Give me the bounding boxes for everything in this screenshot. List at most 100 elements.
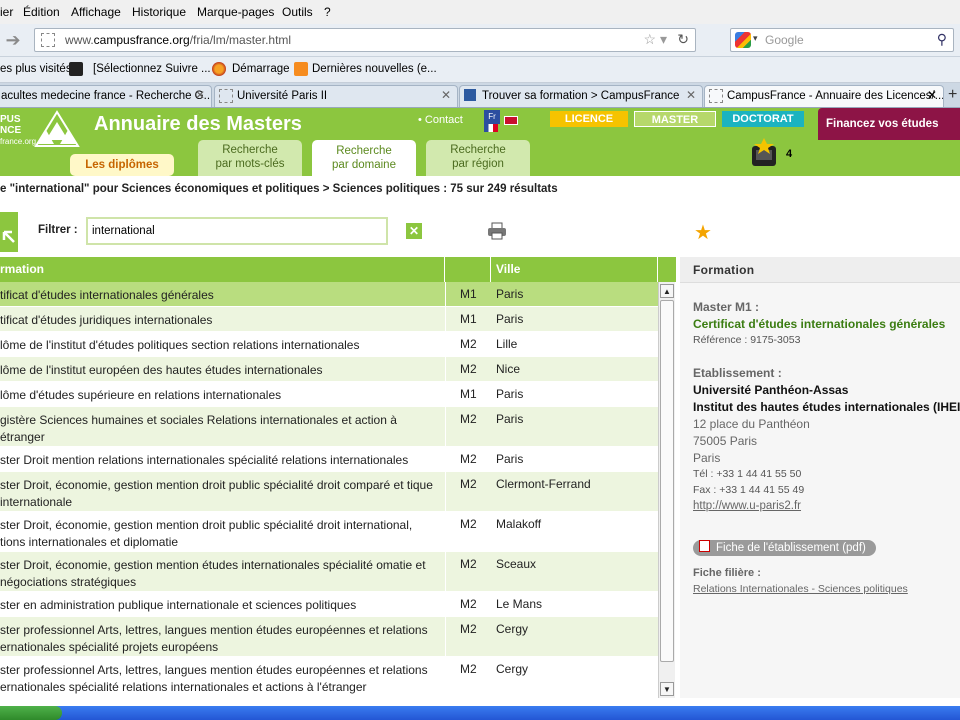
browser-tab-2[interactable]: Université Paris II ✕ <box>214 85 458 107</box>
fiche-filiere-link[interactable]: Relations Internationales - Sciences pol… <box>693 583 908 595</box>
campusfrance-logo[interactable]: PUS NCE france.org <box>0 114 36 147</box>
table-row[interactable]: ster professionnel Arts, lettres, langue… <box>0 617 658 657</box>
bookmark-star-icon[interactable]: ☆ ▾ <box>644 31 667 48</box>
table-row[interactable]: lôme d'études supérieure en relations in… <box>0 382 658 407</box>
new-tab-icon[interactable]: + <box>948 86 957 104</box>
licence-button[interactable]: LICENCE <box>550 111 628 127</box>
bookmark-demarrage[interactable]: Démarrage <box>232 63 290 75</box>
detail-header-title: Formation <box>693 263 755 277</box>
google-icon[interactable] <box>735 32 751 48</box>
table-row[interactable]: ster Droit, économie, gestion mention ét… <box>0 552 658 592</box>
selection-basket-icon[interactable] <box>750 138 778 168</box>
contact-link[interactable]: • Contact <box>418 114 463 126</box>
doctorat-button[interactable]: DOCTORAT <box>722 111 804 127</box>
print-icon[interactable] <box>487 222 507 240</box>
reference: Référence : 9175-3053 <box>693 334 801 346</box>
flag-fr-icon[interactable]: Fr <box>484 110 500 124</box>
search-engine-dropdown-icon[interactable]: ▾ <box>753 33 758 44</box>
table-row[interactable]: ster en administration publique internat… <box>0 592 658 617</box>
table-row[interactable]: ster professionnel Arts, lettres, langue… <box>0 657 658 697</box>
rss-icon <box>294 62 308 76</box>
column-divider <box>445 472 446 511</box>
table-row[interactable]: ster Droit, économie, gestion mention dr… <box>0 512 658 552</box>
filter-input[interactable] <box>86 217 388 245</box>
column-divider <box>444 257 445 282</box>
website-link[interactable]: http://www.u-paris2.fr <box>693 500 801 512</box>
menu-outils[interactable]: Outils <box>282 5 313 19</box>
menu-affichage[interactable]: Affichage <box>71 5 121 19</box>
column-divider <box>445 382 446 406</box>
browser-tab-4[interactable]: CampusFrance - Annuaire des Licences/...… <box>704 85 944 107</box>
cned-icon <box>69 62 83 76</box>
address-line-3: Paris <box>693 451 721 465</box>
table-row[interactable]: lôme de l'institut européen des hautes é… <box>0 357 658 382</box>
scroll-down-icon[interactable]: ▼ <box>660 682 674 696</box>
url-bar[interactable]: www.campusfrance.org/fria/lm/master.html… <box>34 28 696 52</box>
scroll-thumb[interactable] <box>660 300 674 662</box>
browser-tab-3[interactable]: Trouver sa formation > CampusFrance ✕ <box>459 85 703 107</box>
niveau-cell: M2 <box>460 477 477 491</box>
col-ville[interactable]: Ville <box>496 262 520 276</box>
tab-recherche-region[interactable]: Recherche par région <box>426 140 530 176</box>
formation-cell: ster Droit, économie, gestion mention dr… <box>0 518 413 549</box>
logo-text-3: france.org <box>0 137 37 146</box>
table-row[interactable]: ster Droit, économie, gestion mention dr… <box>0 472 658 512</box>
table-row[interactable]: ster Droit mention relations internation… <box>0 447 658 472</box>
bookmark-dernieres-nouvelles[interactable]: Dernières nouvelles (e... <box>312 63 437 75</box>
site-identity-icon[interactable] <box>41 33 55 47</box>
bookmark-suivre[interactable]: [Sélectionnez Suivre ... <box>93 63 211 75</box>
tab-title: Université Paris II <box>237 90 328 102</box>
site-title[interactable]: Annuaire des Masters <box>94 113 302 136</box>
close-tab-icon[interactable]: ✕ <box>441 88 451 102</box>
formation-cell: ster Droit mention relations internation… <box>0 453 409 467</box>
search-icon[interactable]: ⚲ <box>937 31 947 48</box>
tab-label: par mots-clés <box>215 158 285 170</box>
table-row[interactable]: lôme de l'institut d'études politiques s… <box>0 332 658 357</box>
ville-cell: Paris <box>496 412 524 426</box>
results-scrollbar[interactable]: ▲ ▼ <box>658 282 675 698</box>
master-button[interactable]: MASTER <box>634 111 716 127</box>
formation-cell: lôme de l'institut européen des hautes é… <box>0 363 323 377</box>
column-divider <box>445 512 446 551</box>
search-bar[interactable]: ▾ Google ⚲ <box>730 28 954 52</box>
add-to-selection-icon[interactable]: ★ <box>694 220 712 245</box>
table-row[interactable]: tificat d'études juridiques internationa… <box>0 307 658 332</box>
formation-cell: lôme d'études supérieure en relations in… <box>0 388 282 402</box>
tab-label: Recherche <box>222 144 278 156</box>
ville-cell: Paris <box>496 287 524 301</box>
url-text: www.campusfrance.org/fria/lm/master.html <box>65 33 292 47</box>
forward-icon[interactable]: ➔ <box>0 28 26 52</box>
back-arrow-icon[interactable] <box>0 212 18 252</box>
bookmark-most-visited[interactable]: es plus visités <box>0 63 72 75</box>
col-formation[interactable]: rmation <box>0 262 44 276</box>
flag-france-icon[interactable] <box>484 124 498 132</box>
menu-fichier[interactable]: ier <box>0 5 13 19</box>
menu-marque-pages[interactable]: Marque-pages <box>197 5 274 19</box>
menu-historique[interactable]: Historique <box>132 5 186 19</box>
tab-diplomes[interactable]: Les diplômes <box>70 154 174 176</box>
reload-icon[interactable]: ↻ <box>677 31 689 48</box>
menu-edition[interactable]: Édition <box>23 5 60 19</box>
clear-filter-icon[interactable]: ✕ <box>406 223 422 239</box>
fiche-etablissement-pdf-button[interactable]: Fiche de l'établissement (pdf) <box>693 540 876 556</box>
flag-uk-icon[interactable] <box>504 116 518 125</box>
etablissement-label: Etablissement : <box>693 366 782 380</box>
column-divider <box>445 447 446 471</box>
close-tab-icon[interactable]: ✕ <box>927 88 937 102</box>
table-row[interactable]: gistère Sciences humaines et sociales Re… <box>0 407 658 447</box>
formation-title: Certificat d'études internationales géné… <box>693 317 946 331</box>
tab-recherche-mots-cles[interactable]: Recherche par mots-clés <box>198 140 302 176</box>
browser-tab-1[interactable]: acultes medecine france - Recherche G...… <box>0 85 212 107</box>
close-tab-icon[interactable]: ✕ <box>195 88 205 102</box>
start-button[interactable] <box>0 706 62 720</box>
campusfrance-icon <box>464 89 476 101</box>
windows-taskbar <box>0 706 960 720</box>
close-tab-icon[interactable]: ✕ <box>686 88 696 102</box>
ville-cell: Cergy <box>496 622 529 636</box>
menu-aide[interactable]: ? <box>324 5 331 19</box>
formation-cell: lôme de l'institut d'études politiques s… <box>0 338 360 352</box>
tab-recherche-domaine[interactable]: Recherche par domaine <box>312 140 416 176</box>
scroll-up-icon[interactable]: ▲ <box>660 284 674 298</box>
table-row[interactable]: tificat d'études internationales général… <box>0 282 658 307</box>
financez-button[interactable]: Financez vos études <box>818 108 960 140</box>
